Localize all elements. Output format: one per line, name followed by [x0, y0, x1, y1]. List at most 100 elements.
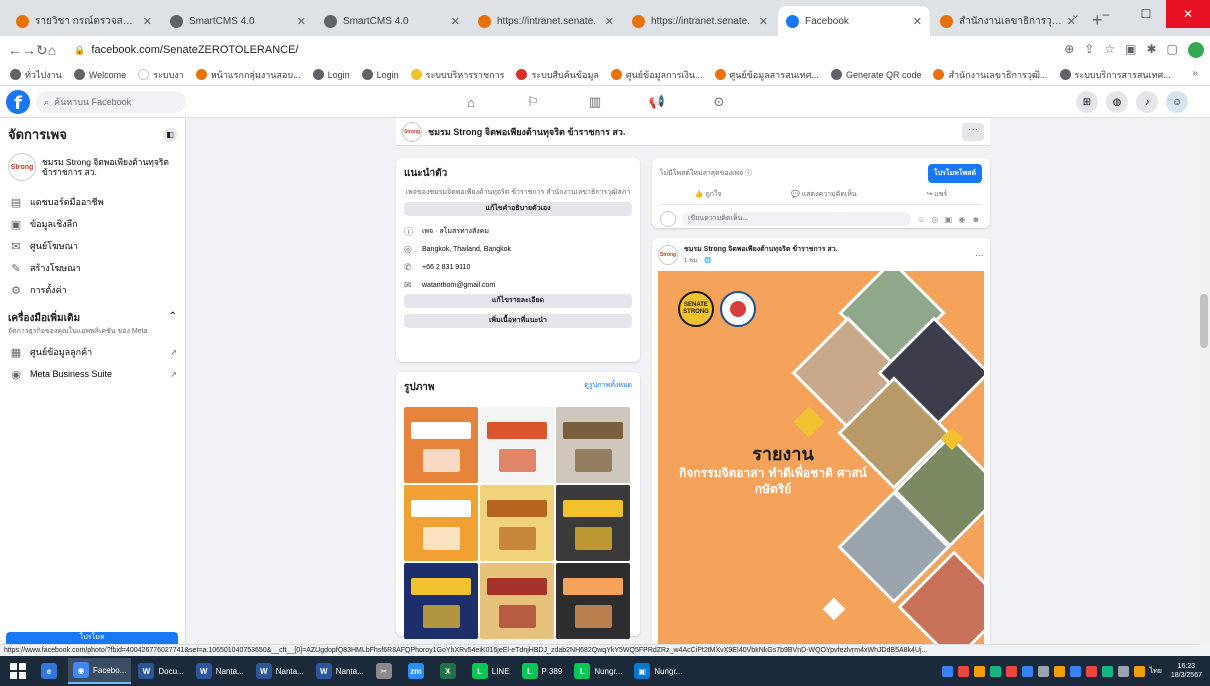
ads-icon[interactable]: 📢 [626, 86, 688, 118]
tray-icon[interactable] [1117, 665, 1129, 677]
messenger-icon[interactable]: ◍ [1106, 91, 1128, 113]
bookmark-item[interactable]: ทั่วไปงาน [10, 68, 62, 82]
browser-tab[interactable]: Facebook ✕ [778, 6, 930, 36]
back-icon[interactable]: ← [8, 42, 22, 58]
photo-thumbnail[interactable] [404, 407, 478, 483]
photo-thumbnail[interactable] [480, 485, 554, 561]
tray-icon[interactable] [1037, 665, 1049, 677]
start-button[interactable] [0, 656, 36, 686]
profile-avatar-icon[interactable] [1187, 42, 1204, 58]
post-action-button[interactable]: ↪ แชร์ [926, 189, 947, 200]
taskbar-app[interactable]: zm [403, 658, 433, 684]
browser-tab[interactable]: รายวิชา กรณ์ตรวจสอบภายใน ✕ [8, 6, 160, 36]
taskbar-app[interactable]: L LINE [467, 658, 515, 684]
bell-icon[interactable]: ♪ [1136, 91, 1158, 113]
sidepanel-icon[interactable]: ▢ [1167, 42, 1178, 58]
taskbar-app[interactable]: LP 389 [517, 658, 568, 684]
taskbar-app[interactable]: W Nanta... [191, 658, 249, 684]
emoji-icons[interactable]: ☺ ◎ ▣ ◉ ☻ [917, 215, 982, 224]
browser-tab[interactable]: สำนักงานเลขาธิการวุฒิสภา✕ [932, 6, 1084, 36]
tab-close-icon[interactable]: ✕ [759, 15, 768, 28]
maximize-button[interactable]: ☐ [1126, 0, 1166, 28]
bookmark-item[interactable]: ศูนย์ข้อมูลสารสนเทศ... [714, 68, 819, 82]
puzzle-icon[interactable]: ✱ [1146, 42, 1156, 58]
tab-close-icon[interactable]: ✕ [913, 15, 922, 28]
forward-icon[interactable]: → [22, 42, 36, 58]
taskbar-app[interactable]: e [36, 658, 66, 684]
extension-icon[interactable]: ▣ [1125, 42, 1136, 58]
browser-tab[interactable]: https://intranet.senate. ✕ [624, 6, 776, 36]
post-more-button[interactable]: ··· [975, 250, 984, 260]
minimize-button[interactable]: – [1086, 0, 1126, 28]
photo-thumbnail[interactable] [556, 563, 630, 639]
bookmark-item[interactable]: ระบบงา [138, 68, 184, 82]
taskbar-app[interactable]: ◉ Facebo... [68, 658, 132, 684]
tools-section-header[interactable]: เครื่องมือเพิ่มเติม ⌃ [8, 311, 177, 326]
lock-icon[interactable]: 🔒 [74, 45, 85, 56]
browser-tab[interactable]: https://intranet.senate. ✕ [470, 6, 622, 36]
browser-tab[interactable]: SmartCMS 4.0 ✕ [316, 6, 468, 36]
info-icon[interactable]: ⓘ [745, 170, 752, 177]
pages-icon[interactable]: ⚐ [502, 86, 564, 118]
page-scrollbar[interactable] [1198, 118, 1210, 644]
tray-icon[interactable] [1005, 665, 1017, 677]
tray-icon[interactable] [973, 665, 985, 677]
browser-tab[interactable]: SmartCMS 4.0 ✕ [162, 6, 314, 36]
facebook-logo-icon[interactable]: f [6, 90, 30, 114]
page-more-button[interactable]: ··· [962, 122, 984, 141]
photo-thumbnail[interactable] [404, 563, 478, 639]
bookmarks-overflow-button[interactable]: » [1192, 68, 1198, 79]
bookmark-item[interactable]: Login [361, 68, 399, 82]
sidebar-page-entry[interactable]: Strong ชมรม Strong จิตพอเพียงต้านทุจริต … [8, 153, 177, 181]
sidebar-item[interactable]: ✉ ศูนย์โฆษณา [8, 235, 177, 257]
post-page-avatar[interactable]: Strong [658, 244, 678, 265]
tray-icon[interactable] [1069, 665, 1081, 677]
taskbar-app[interactable]: ▣ Nungr... [629, 658, 687, 684]
photo-thumbnail[interactable] [404, 485, 478, 561]
tab-close-icon[interactable]: ✕ [297, 15, 306, 28]
promote-post-button[interactable]: โปรโมทโพสต์ [927, 164, 982, 183]
edit-bio-button[interactable]: แก้ไขคำอธิบายตัวเอง [404, 202, 632, 216]
bookmark-item[interactable]: ระบบบริหารราชการ [410, 68, 504, 82]
tray-icon[interactable] [1085, 665, 1097, 677]
photo-thumbnail[interactable] [556, 485, 630, 561]
page-avatar-small[interactable]: Strong [402, 121, 422, 142]
bookmark-item[interactable]: ศูนย์ข้อมูลการเงิน... [610, 68, 703, 82]
see-all-photos-link[interactable]: ดูรูปภาพทั้งหมด [584, 380, 632, 401]
home-icon[interactable]: ⌂ [440, 86, 502, 118]
tab-close-icon[interactable]: ✕ [143, 15, 152, 28]
taskbar-app[interactable]: W Docu... [133, 658, 188, 684]
tray-icon[interactable] [1133, 665, 1145, 677]
clock[interactable]: 16:23 18/3/2567 [1171, 662, 1202, 680]
bookmark-item[interactable]: Generate QR code [830, 68, 921, 82]
edit-details-button[interactable]: แก้ไขรายละเอียด [404, 294, 632, 308]
bookmark-item[interactable]: ระบบบริการสารสนเทศ... [1059, 68, 1170, 82]
taskbar-app[interactable]: W Nanta... [311, 658, 369, 684]
bookmark-star-icon[interactable]: ☆ [1104, 42, 1115, 58]
tray-icon[interactable] [1053, 665, 1065, 677]
page-header-name[interactable]: ชมรม Strong จิตพอเพียงต้านทุจริต ข้าราชก… [428, 125, 625, 139]
tab-close-icon[interactable]: ✕ [605, 15, 614, 28]
post-action-button[interactable]: 💬 แสดงความคิดเห็น [791, 189, 857, 200]
post-image[interactable]: SENATE STRONG รายงาน กิจกรรมจิตอาสา ทำดี… [658, 271, 984, 645]
sidebar-switch-icon[interactable]: ◧ [163, 127, 177, 142]
taskbar-app[interactable]: X [435, 658, 465, 684]
profile-avatar[interactable]: ☺ [1166, 91, 1188, 113]
bookmark-item[interactable]: สำนักงานเลขาธิการวุฒิ... [933, 68, 1048, 82]
bookmark-item[interactable]: ระบบสืบค้นข้อมูล [516, 68, 599, 82]
home-button-icon[interactable]: ⌂ [48, 42, 56, 58]
close-window-button[interactable]: ✕ [1166, 0, 1210, 28]
tray-icon[interactable] [1101, 665, 1113, 677]
sidebar-item[interactable]: ▣ ข้อมูลเชิงลึก [8, 213, 177, 235]
zoom-icon[interactable]: ⊕ [1064, 42, 1074, 58]
bookmark-item[interactable]: Login [312, 68, 350, 82]
url-input[interactable]: 🔒 facebook.com/SenateZEROTOLERANCE/ [64, 39, 1024, 61]
sidebar-tool-item[interactable]: ▦ ศูนย์ข้อมูลลูกค้า ↗ [8, 341, 177, 363]
marketplace-icon[interactable]: ▥ [564, 86, 626, 118]
comment-input[interactable]: เขียนความคิดเห็น... [682, 212, 911, 226]
promote-button[interactable]: โปรโมท [6, 632, 178, 644]
sidebar-item[interactable]: ✎ สร้างโฆษณา [8, 257, 177, 279]
notifications-icon[interactable]: ⊙ [688, 86, 750, 118]
photo-thumbnail[interactable] [480, 407, 554, 483]
tab-search-icon[interactable]: ⌄ [1071, 8, 1080, 21]
